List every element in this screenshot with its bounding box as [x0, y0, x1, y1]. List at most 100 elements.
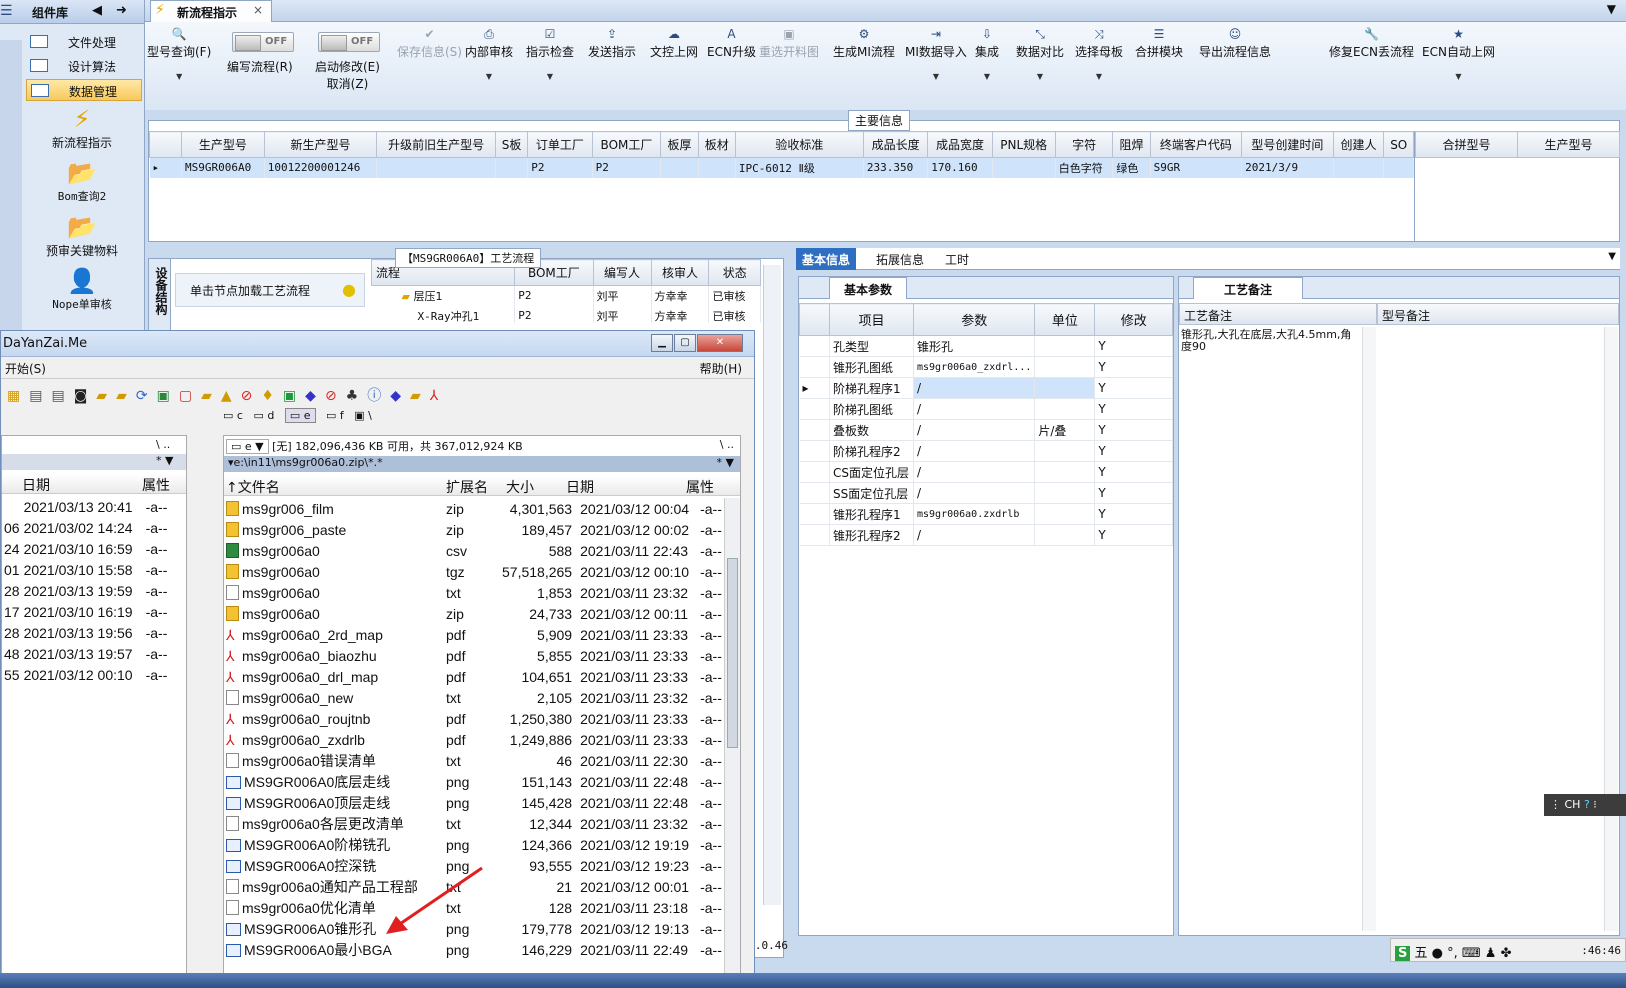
nav-item-data-management[interactable]: 数据管理: [26, 79, 142, 101]
left-filter[interactable]: * ▼: [2, 454, 186, 470]
export-process-button[interactable]: ☺ 导出流程信息: [1199, 27, 1271, 60]
file-row[interactable]: ms9gr006_paste zip 189,457 2021/03/12 00:02…: [224, 519, 724, 540]
edit-process-toggle[interactable]: OFF: [232, 32, 294, 52]
pin-icon[interactable]: ➜: [116, 3, 127, 18]
stop-icon[interactable]: ⊘: [241, 388, 262, 404]
right-path-bar[interactable]: ▾e:\in11\ms9gr006a0.zip\*.* * ▼: [224, 456, 740, 472]
cube-icon[interactable]: ◆: [390, 388, 410, 404]
column-header[interactable]: 编写人: [592, 259, 652, 286]
cell[interactable]: MS9GR006A0: [181, 157, 265, 178]
sync-icon[interactable]: ⟳: [136, 388, 157, 404]
file-row[interactable]: 01 2021/03/10 15:58 -a--: [2, 559, 169, 580]
column-header[interactable]: 字符: [1054, 131, 1114, 158]
file-row[interactable]: 28 2021/03/13 19:56 -a--: [2, 622, 169, 643]
file-row[interactable]: 2021/03/13 20:41 -a--: [2, 496, 169, 517]
ime-status-bar[interactable]: S 五 ● °, ⌨ ♟ ✤ :46:46: [1390, 938, 1626, 962]
doc-icon[interactable]: ▢: [179, 388, 201, 404]
file-row[interactable]: 55 2021/03/12 00:10 -a--: [2, 664, 169, 685]
column-header[interactable]: 创建人: [1332, 131, 1385, 158]
file-row[interactable]: ms9gr006a0 txt 1,853 2021/03/11 23:32 -a--: [224, 582, 724, 603]
column-header[interactable]: 合拼型号: [1415, 131, 1518, 158]
ecn-auto-online-button[interactable]: ★ ECN自动上网 ▼: [1422, 27, 1495, 81]
doc-online-button[interactable]: ☁ 文控上网: [650, 27, 698, 60]
cell[interactable]: IPC-6012 Ⅱ级: [735, 157, 864, 178]
cell[interactable]: 10012200001246: [264, 157, 378, 178]
scrollbar-thumb[interactable]: [727, 558, 738, 748]
param-row[interactable]: ▸ 阶梯孔程序1/Y: [799, 377, 1173, 399]
drive-f[interactable]: ▭ f: [326, 409, 344, 422]
column-header[interactable]: 升级前旧生产型号: [376, 131, 496, 158]
menu-start[interactable]: 开始(S): [5, 362, 46, 376]
file-manager-titlebar[interactable]: DaYanZai.Me ▁ ▢ ✕: [1, 331, 754, 357]
cell[interactable]: [376, 157, 496, 178]
column-header[interactable]: 生产型号: [1517, 131, 1620, 158]
column-header[interactable]: PNL规格: [991, 131, 1056, 158]
instruction-check-button[interactable]: ☑ 指示检查 ▼: [526, 27, 574, 81]
file-row[interactable]: ms9gr006a0 csv 588 2021/03/11 22:43 -a--: [224, 540, 724, 561]
column-header[interactable]: 阻焊: [1112, 131, 1151, 158]
select-master-button[interactable]: ⤨ 选择母板 ▼: [1075, 27, 1123, 81]
generate-mi-button[interactable]: ⚙ 生成MI流程: [833, 27, 895, 60]
column-header[interactable]: SO: [1383, 131, 1414, 158]
save-info-button[interactable]: ✔ 保存信息(S): [397, 27, 462, 60]
file-row[interactable]: ⅄ ms9gr006a0_biaozhu pdf 5,855 2021/03/11 23…: [224, 645, 724, 666]
cell[interactable]: [992, 157, 1056, 178]
ftp-icon[interactable]: ▤: [29, 388, 51, 404]
column-header[interactable]: 项目: [829, 303, 914, 336]
file-row[interactable]: MS9GR006A0最小BGA png 146,229 2021/03/11 22:4…: [224, 939, 724, 960]
column-header[interactable]: 成品宽度: [927, 131, 993, 158]
file-row[interactable]: ms9gr006a0_new txt 2,105 2021/03/11 23:32 -a…: [224, 687, 724, 708]
process-row[interactable]: X-Ray冲孔1 P2 刘平 方幸幸 已审核: [371, 305, 761, 323]
column-header[interactable]: 状态: [708, 259, 761, 286]
sort-name-header[interactable]: ↑文件名: [226, 477, 280, 497]
param-row[interactable]: 叠板数 / 片/叠 Y: [799, 419, 1173, 441]
pack-icon[interactable]: ▰: [201, 388, 221, 404]
tab-extended-info[interactable]: 拓展信息: [872, 248, 928, 268]
toolbar-gift-icon[interactable]: ▦: [7, 388, 29, 404]
drive-network[interactable]: ▣ \: [354, 409, 372, 422]
integrate-button[interactable]: ⇩ 集成 ▼: [975, 27, 999, 81]
file-row[interactable]: 24 2021/03/10 16:59 -a--: [2, 538, 169, 559]
drive-c[interactable]: ▭ c: [223, 409, 243, 422]
sort-date-header[interactable]: 日期: [566, 477, 594, 497]
cube-icon[interactable]: ◆: [305, 388, 325, 404]
internal-review-button[interactable]: ⎙ 内部审核 ▼: [465, 27, 513, 81]
column-header[interactable]: 板材: [697, 131, 736, 158]
tab-work-hours[interactable]: 工时: [941, 248, 973, 268]
close-window-button[interactable]: ✕: [697, 334, 743, 352]
cell[interactable]: P2: [592, 157, 662, 178]
folder-icon[interactable]: ▰: [116, 388, 136, 404]
menu-icon[interactable]: ☰: [0, 3, 13, 19]
stop-icon[interactable]: ⊘: [325, 388, 346, 404]
column-header[interactable]: 参数: [912, 303, 1036, 336]
column-header[interactable]: 型号创建时间: [1241, 131, 1334, 158]
tree-icon[interactable]: ♣: [346, 388, 368, 404]
tab-basic-info[interactable]: 基本信息: [796, 248, 857, 270]
folder-icon[interactable]: ▰: [96, 388, 116, 404]
modify-toggle[interactable]: OFF: [318, 32, 380, 52]
maximize-button[interactable]: ▢: [674, 334, 696, 352]
tool-icon[interactable]: ▲: [221, 388, 241, 404]
file-list-scrollbar[interactable]: [724, 498, 740, 986]
column-header[interactable]: 单位: [1034, 303, 1096, 336]
file-row[interactable]: MS9GR006A0阶梯铣孔 png 124,366 2021/03/12 19:19…: [224, 834, 724, 855]
drive-select[interactable]: ▭ e ▼: [226, 439, 269, 454]
file-row[interactable]: ms9gr006a0 zip 24,733 2021/03/12 00:11 -a--: [224, 603, 724, 624]
cell[interactable]: [1333, 157, 1385, 178]
file-row[interactable]: ⅄ ms9gr006a0_drl_map pdf 104,651 2021/03/11 …: [224, 666, 724, 687]
excel-icon[interactable]: ▣: [157, 388, 179, 404]
file-row[interactable]: 28 2021/03/13 19:59 -a--: [2, 580, 169, 601]
process-remark-text[interactable]: 锥形孔,大孔在底层,大孔4.5mm,角度90: [1181, 329, 1361, 353]
file-row[interactable]: 06 2021/03/02 14:24 -a--: [2, 517, 169, 538]
sogou-icon[interactable]: S: [1395, 946, 1411, 961]
tab-strip-dropdown-icon[interactable]: ▼: [1608, 251, 1616, 262]
nav-item-design-algorithm[interactable]: 设计算法: [26, 55, 142, 77]
file-row[interactable]: ms9gr006_film zip 4,301,563 2021/03/12 00:0…: [224, 498, 724, 519]
column-header[interactable]: 新生产型号: [263, 131, 378, 158]
file-row[interactable]: MS9GR006A0底层走线 png 151,143 2021/03/11 22:48…: [224, 771, 724, 792]
file-row[interactable]: ms9gr006a0错误清单 txt 46 2021/03/11 22:30 -a--: [224, 750, 724, 771]
column-header[interactable]: 成品长度: [862, 131, 929, 158]
file-row[interactable]: ⅄ ms9gr006a0_zxdrlb pdf 1,249,886 2021/03/11…: [224, 729, 724, 750]
file-row[interactable]: ms9gr006a0 tgz 57,518,265 2021/03/12 00:10-…: [224, 561, 724, 582]
menu-help[interactable]: 帮助(H): [700, 360, 742, 377]
